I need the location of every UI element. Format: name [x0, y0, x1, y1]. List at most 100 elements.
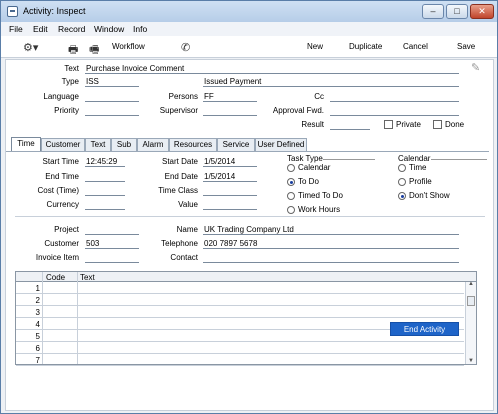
cost-time-field[interactable]: [85, 195, 125, 196]
calendar-radio[interactable]: [398, 164, 406, 172]
row-number: 3: [35, 308, 40, 317]
name-field[interactable]: UK Trading Company Ltd: [204, 225, 294, 234]
approval-field[interactable]: [330, 115, 459, 116]
cost-time-label: Cost (Time): [37, 186, 79, 195]
app-icon: [7, 6, 18, 17]
result-field[interactable]: [330, 129, 370, 130]
tab-resources[interactable]: Resources: [169, 138, 217, 151]
telephone-field[interactable]: 020 7897 5678: [204, 239, 257, 248]
title-bar: Activity: Inspect – □ ✕: [1, 1, 497, 22]
project-label: Project: [54, 225, 79, 234]
persons-field[interactable]: FF: [204, 92, 214, 101]
supervisor-label: Supervisor: [159, 106, 198, 115]
result-label: Result: [301, 120, 324, 129]
tab-sub[interactable]: Sub: [111, 138, 137, 151]
gear-icon[interactable]: ⚙▾: [23, 41, 38, 54]
done-label: Done: [445, 120, 465, 129]
approval-label: Approval Fwd.: [272, 106, 324, 115]
start-time-label: Start Time: [42, 157, 79, 166]
tab-text[interactable]: Text: [85, 138, 111, 151]
new-button[interactable]: New: [307, 42, 323, 51]
menu-edit[interactable]: Edit: [33, 24, 48, 34]
done-checkbox[interactable]: [433, 120, 442, 129]
table-row[interactable]: 3: [16, 306, 464, 318]
supervisor-field[interactable]: [203, 115, 257, 116]
minimize-button[interactable]: –: [422, 4, 444, 19]
type-label: Type: [61, 77, 79, 86]
close-button[interactable]: ✕: [470, 4, 494, 19]
private-label: Private: [396, 120, 421, 129]
menu-info[interactable]: Info: [133, 24, 147, 34]
task-type-option-label: To Do: [298, 177, 319, 186]
task-type-option-label: Calendar: [298, 163, 331, 172]
tab-service[interactable]: Service: [217, 138, 255, 151]
customer-field[interactable]: 503: [86, 239, 99, 248]
task-type-radio[interactable]: [287, 206, 295, 214]
cc-field[interactable]: [330, 101, 459, 102]
contact-label: Contact: [170, 253, 198, 262]
task-type-radio[interactable]: [287, 192, 295, 200]
contact-field[interactable]: [203, 262, 459, 263]
table-row[interactable]: 2: [16, 294, 464, 306]
invoice-item-field[interactable]: [85, 262, 139, 263]
calendar-option-label: Time: [409, 163, 427, 172]
maximize-button[interactable]: □: [446, 4, 468, 19]
cancel-button[interactable]: Cancel: [403, 42, 428, 51]
items-grid: Code Text 1 2 3 4 5 6 7 ▲ ▼: [15, 271, 477, 366]
grid-scrollbar[interactable]: ▲ ▼: [465, 281, 476, 364]
calendar-radio[interactable]: [398, 178, 406, 186]
workflow-button[interactable]: Workflow: [112, 42, 145, 51]
table-row[interactable]: 7: [16, 354, 464, 366]
time-class-field[interactable]: [203, 195, 257, 196]
table-row[interactable]: 6: [16, 342, 464, 354]
menu-record[interactable]: Record: [58, 24, 85, 34]
phone-icon[interactable]: ✆: [181, 41, 190, 54]
row-number: 6: [35, 344, 40, 353]
task-type-option-label: Work Hours: [298, 205, 341, 214]
tab-time[interactable]: Time: [11, 137, 41, 152]
end-activity-button[interactable]: End Activity: [390, 322, 459, 336]
grid-col-code: Code: [46, 273, 66, 282]
calendar-radio[interactable]: [398, 192, 406, 200]
value-field[interactable]: [203, 209, 257, 210]
end-date-label: End Date: [164, 172, 198, 181]
edit-note-icon[interactable]: ✎: [471, 61, 480, 74]
private-checkbox[interactable]: [384, 120, 393, 129]
tab-user-defined[interactable]: User Defined: [255, 138, 307, 151]
value-label: Value: [178, 200, 198, 209]
table-row[interactable]: 1: [16, 282, 464, 294]
window-title: Activity: Inspect: [23, 6, 86, 16]
task-type-radio[interactable]: [287, 178, 295, 186]
end-date-field[interactable]: 1/5/2014: [204, 172, 235, 181]
duplicate-button[interactable]: Duplicate: [349, 42, 382, 51]
menu-file[interactable]: File: [9, 24, 23, 34]
task-type-radio[interactable]: [287, 164, 295, 172]
calendar-option-label: Profile: [409, 177, 432, 186]
telephone-label: Telephone: [161, 239, 198, 248]
task-type-option-label: Timed To Do: [298, 191, 343, 200]
text-field[interactable]: Purchase Invoice Comment: [86, 64, 184, 73]
scroll-up-icon[interactable]: ▲: [468, 281, 474, 287]
save-button[interactable]: Save: [457, 42, 475, 51]
row-number: 4: [35, 320, 40, 329]
start-date-label: Start Date: [161, 157, 198, 166]
customer-label: Customer: [44, 239, 79, 248]
priority-field[interactable]: [85, 115, 139, 116]
start-time-field[interactable]: 12:45:29: [86, 157, 117, 166]
print-preview-icon[interactable]: 🖷: [89, 41, 99, 60]
tab-customer[interactable]: Customer: [41, 138, 85, 151]
end-time-field[interactable]: [85, 181, 125, 182]
scroll-down-icon[interactable]: ▼: [468, 358, 474, 364]
type-description: Issued Payment: [204, 77, 262, 86]
currency-field[interactable]: [85, 209, 125, 210]
menu-window[interactable]: Window: [94, 24, 124, 34]
type-field[interactable]: ISS: [86, 77, 99, 86]
end-time-label: End Time: [45, 172, 79, 181]
project-field[interactable]: [85, 234, 139, 235]
name-label: Name: [176, 225, 198, 234]
grid-col-text: Text: [80, 273, 95, 282]
print-icon[interactable]: 🖶: [68, 41, 78, 60]
start-date-field[interactable]: 1/5/2014: [204, 157, 235, 166]
language-field[interactable]: [85, 101, 139, 102]
tab-alarm[interactable]: Alarm: [137, 138, 169, 151]
